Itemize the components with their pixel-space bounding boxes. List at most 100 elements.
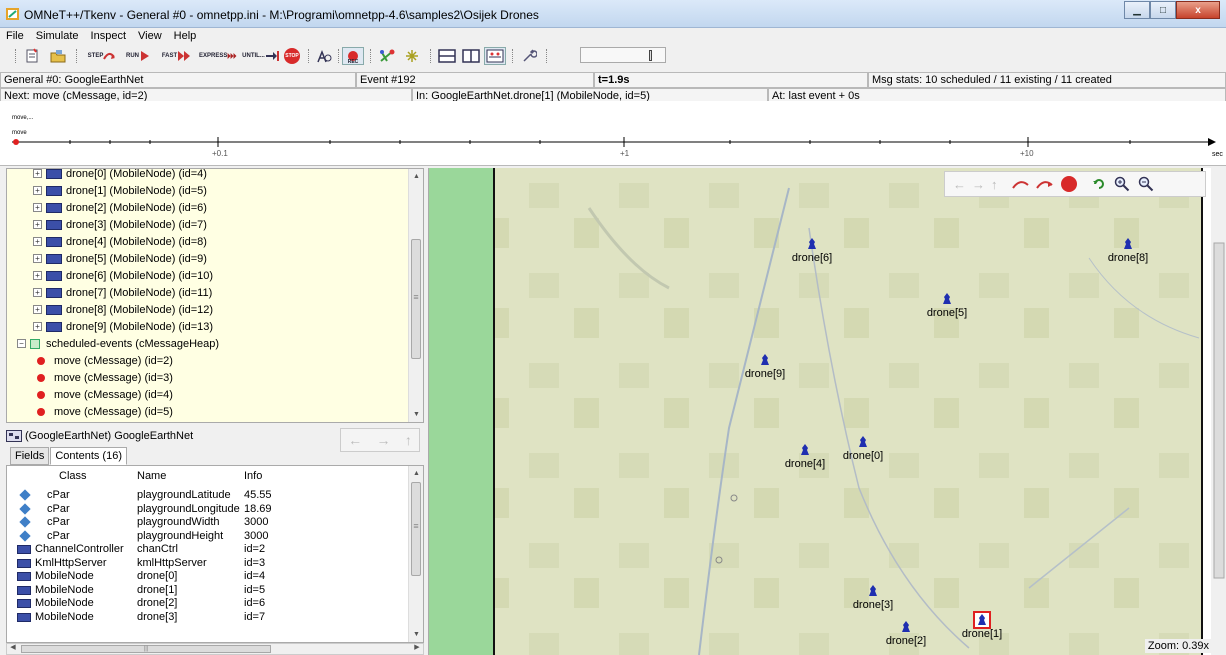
tree-item-drone-0[interactable]: + drone[0] (MobileNode) (id=4)	[33, 169, 207, 182]
fast-button[interactable]: FAST	[158, 47, 196, 65]
timeline[interactable]: move,... move +0.1 +1 +10 sec	[0, 101, 1226, 166]
expand-icon[interactable]: +	[33, 254, 42, 263]
close-button[interactable]: x	[1176, 1, 1220, 19]
expand-icon[interactable]: +	[33, 322, 42, 331]
drone-node[interactable]: drone[2]	[876, 620, 936, 647]
minimize-button[interactable]: ▁	[1124, 1, 1150, 19]
menu-help[interactable]: Help	[168, 28, 203, 45]
preferences-button[interactable]	[518, 47, 540, 65]
run-until-button[interactable]: UNTIL...	[240, 47, 280, 65]
tab-fields[interactable]: Fields	[10, 447, 50, 465]
expand-icon[interactable]: +	[33, 203, 42, 212]
drone-node[interactable]: drone[6]	[782, 237, 842, 264]
forward-arrow-icon[interactable]: →	[972, 177, 985, 192]
table-row[interactable]: KmlHttpServer kmlHttpServer id=3	[7, 557, 407, 570]
expand-icon[interactable]: +	[33, 271, 42, 280]
table-row[interactable]: cPar playgroundLongitude 18.69	[7, 503, 407, 516]
menu-inspect[interactable]: Inspect	[85, 28, 132, 45]
slider-thumb[interactable]	[649, 50, 652, 61]
column-header-info[interactable]: Info	[244, 470, 262, 482]
run-icon[interactable]	[1035, 178, 1054, 190]
scroll-down-icon[interactable]: ▼	[409, 627, 423, 642]
stop-button[interactable]: STOP	[282, 47, 302, 65]
table-row[interactable]: cPar playgroundLatitude 45.55	[7, 489, 407, 502]
layout-vertical-button[interactable]	[460, 47, 482, 65]
tree-item-drone-2[interactable]: + drone[2] (MobileNode) (id=6)	[33, 199, 207, 216]
tree-item-message[interactable]: move (cMessage) (id=5)	[37, 403, 173, 420]
table-horizontal-scrollbar[interactable]: ◀ ||| ▶	[6, 643, 424, 655]
inspect-network-button[interactable]	[376, 47, 398, 65]
stop-icon[interactable]	[1060, 175, 1078, 193]
menu-file[interactable]: File	[0, 28, 30, 45]
tree-item-scheduled-events[interactable]: − scheduled-events (cMessageHeap)	[17, 335, 219, 352]
table-row[interactable]: MobileNode drone[3] id=7	[7, 611, 407, 624]
find-button[interactable]	[314, 47, 334, 65]
express-button[interactable]: EXPRESS	[198, 47, 238, 65]
tree-item-message[interactable]: move (cMessage) (id=3)	[37, 369, 173, 386]
column-header-name[interactable]: Name	[137, 470, 166, 482]
parent-arrow-icon[interactable]: ↑	[991, 177, 998, 192]
table-row[interactable]: ChannelController chanCtrl id=2	[7, 543, 407, 556]
step-icon[interactable]	[1011, 178, 1030, 190]
scroll-down-icon[interactable]: ▼	[409, 407, 423, 422]
load-ned-button[interactable]	[48, 47, 68, 65]
tree-item-drone-7[interactable]: + drone[7] (MobileNode) (id=11)	[33, 284, 212, 301]
maximize-button[interactable]: □	[1150, 1, 1176, 19]
run-button[interactable]: RUN	[122, 47, 154, 65]
drone-node[interactable]: drone[0]	[833, 435, 893, 462]
table-row[interactable]: MobileNode drone[1] id=5	[7, 584, 407, 597]
drone-node[interactable]: drone[9]	[735, 353, 795, 380]
refresh-icon[interactable]	[1092, 177, 1106, 191]
tree-item-drone-8[interactable]: + drone[8] (MobileNode) (id=12)	[33, 301, 213, 318]
step-button[interactable]: STEP	[82, 47, 122, 65]
table-row[interactable]: cPar playgroundHeight 3000	[7, 530, 407, 543]
scroll-left-icon[interactable]: ◀	[7, 643, 19, 651]
table-row[interactable]: MobileNode drone[2] id=6	[7, 597, 407, 610]
menu-view[interactable]: View	[132, 28, 168, 45]
drone-node[interactable]: drone[8]	[1098, 237, 1158, 264]
object-tree[interactable]: + drone[0] (MobileNode) (id=4) + drone[1] …	[6, 168, 424, 423]
tree-item-message[interactable]: move (cMessage) (id=4)	[37, 386, 173, 403]
tree-item-message[interactable]: move (cMessage) (id=2)	[37, 352, 173, 369]
tree-item-drone-3[interactable]: + drone[3] (MobileNode) (id=7)	[33, 216, 207, 233]
drone-node[interactable]: drone[5]	[917, 292, 977, 319]
zoom-in-icon[interactable]	[1114, 176, 1130, 192]
expand-icon[interactable]: +	[33, 288, 42, 297]
zoom-out-icon[interactable]	[1138, 176, 1154, 192]
contents-table[interactable]: Class Name Info cPar playgroundLatitude 45…	[6, 465, 424, 643]
back-arrow-icon[interactable]: ←	[348, 432, 362, 448]
drone-node[interactable]: drone[1]	[952, 611, 1012, 640]
tree-item-drone-5[interactable]: + drone[5] (MobileNode) (id=9)	[33, 250, 207, 267]
layout-horizontal-button[interactable]	[436, 47, 458, 65]
scroll-up-icon[interactable]: ▲	[409, 466, 423, 481]
drone-node[interactable]: drone[3]	[843, 584, 903, 611]
expand-icon[interactable]: +	[33, 305, 42, 314]
tree-item-drone-9[interactable]: + drone[9] (MobileNode) (id=13)	[33, 318, 213, 335]
collapse-icon[interactable]: −	[17, 339, 26, 348]
column-header-class[interactable]: Class	[59, 470, 87, 482]
table-row[interactable]: cPar playgroundWidth 3000	[7, 516, 407, 529]
parent-arrow-icon[interactable]: ↑	[405, 432, 412, 448]
record-button[interactable]: REC	[342, 47, 364, 65]
expand-icon[interactable]: +	[33, 237, 42, 246]
expand-icon[interactable]: +	[33, 220, 42, 229]
scrollbar-thumb[interactable]: |||	[21, 645, 271, 653]
back-arrow-icon[interactable]: ←	[953, 177, 966, 192]
expand-icon[interactable]: +	[33, 169, 42, 178]
scrollbar-thumb[interactable]: ≡	[411, 239, 421, 359]
scroll-up-icon[interactable]: ▲	[409, 169, 423, 184]
new-run-button[interactable]	[22, 47, 42, 65]
scrollbar-thumb[interactable]: ≡	[411, 482, 421, 576]
drone-node[interactable]: drone[4]	[775, 443, 835, 470]
table-row[interactable]: MobileNode drone[0] id=4	[7, 570, 407, 583]
tree-item-drone-6[interactable]: + drone[6] (MobileNode) (id=10)	[33, 267, 213, 284]
animation-speed-slider[interactable]	[580, 47, 666, 63]
menu-simulate[interactable]: Simulate	[30, 28, 85, 45]
network-canvas[interactable]: ← → ↑ drone[6] drone[8] drone[5] drone[9] dr…	[428, 168, 1226, 655]
event-queue-button[interactable]	[402, 47, 424, 65]
tab-contents[interactable]: Contents (16)	[50, 447, 127, 465]
tree-scrollbar[interactable]: ▲ ≡ ▼	[408, 169, 423, 422]
timeline-toggle-button[interactable]	[484, 47, 506, 65]
tree-item-drone-1[interactable]: + drone[1] (MobileNode) (id=5)	[33, 182, 207, 199]
forward-arrow-icon[interactable]: →	[376, 432, 390, 448]
